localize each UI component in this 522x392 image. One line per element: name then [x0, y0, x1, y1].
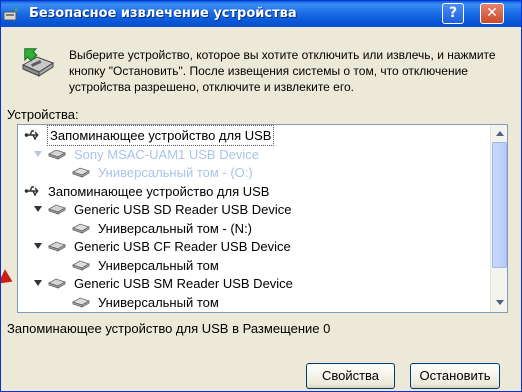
device-tree-item-label: Универсальный том	[98, 294, 219, 310]
expander-arrow-icon[interactable]	[34, 243, 42, 249]
drive-icon	[48, 204, 66, 215]
device-tree-item-label: Generic USB SM Reader USB Device	[74, 276, 293, 291]
volume-icon	[72, 297, 90, 308]
red-pointer-arrow-icon	[1, 269, 16, 289]
usb-icon	[24, 130, 39, 140]
device-tree-item[interactable]: Универсальный том	[18, 293, 488, 312]
drive-icon	[48, 278, 66, 289]
device-tree-item[interactable]: Generic USB CF Reader USB Device	[18, 237, 488, 256]
volume-icon	[72, 167, 90, 178]
drive-icon	[48, 149, 66, 160]
device-tree-item[interactable]: Запоминающее устройство для USB	[18, 182, 488, 201]
device-tree-item-label: Универсальный том - (N:)	[98, 220, 253, 236]
device-tree-item-label: Sony MSAC-UAM1 USB Device	[74, 146, 259, 162]
devices-label: Устройства:	[7, 107, 79, 122]
safely-remove-icon	[3, 7, 18, 21]
expander-arrow-icon[interactable]	[34, 206, 42, 212]
scroll-down-arrow-icon[interactable]	[492, 295, 507, 311]
device-tree-item-label: Универсальный том - (O:)	[98, 165, 253, 180]
drive-icon	[48, 241, 66, 252]
scroll-thumb[interactable]	[492, 142, 507, 268]
device-tree-item[interactable]: Generic USB SM Reader USB Device	[18, 274, 488, 293]
properties-button[interactable]: Свойства	[306, 363, 395, 389]
status-text: Запоминающее устройство для USB в Размещ…	[7, 321, 331, 336]
expander-arrow-icon[interactable]	[34, 280, 42, 286]
device-tree-item-label: Универсальный том	[98, 257, 219, 273]
device-tree-item-label: Generic USB CF Reader USB Device	[74, 239, 291, 254]
device-tree-item[interactable]: Универсальный том - (N:)	[18, 219, 488, 238]
device-tree-item[interactable]: Универсальный том - (O:)	[18, 163, 488, 182]
instructions-text: Выберите устройство, которое вы хотите о…	[69, 48, 496, 94]
device-tree-item[interactable]: Sony MSAC-UAM1 USB Device	[18, 145, 488, 164]
volume-icon	[72, 223, 90, 234]
volume-icon	[72, 260, 90, 271]
title-bar[interactable]: Безопасное извлечение устройства ? ✕	[1, 1, 521, 27]
expander-arrow-icon[interactable]	[34, 150, 42, 157]
scroll-up-arrow-icon[interactable]	[492, 126, 507, 142]
close-button[interactable]: ✕	[480, 3, 504, 24]
hardware-remove-icon	[21, 48, 55, 77]
device-tree-item[interactable]: Generic USB SD Reader USB Device	[18, 200, 488, 219]
device-tree[interactable]: Запоминающее устройство для USB Sony MSAC…	[17, 124, 508, 313]
safely-remove-dialog: Безопасное извлечение устройства ? ✕ Выб…	[0, 0, 522, 392]
device-tree-item-label: Запоминающее устройство для USB	[46, 125, 275, 146]
device-tree-item[interactable]: Запоминающее устройство для USB	[18, 125, 488, 146]
help-button[interactable]: ?	[442, 3, 464, 24]
device-tree-item-label: Generic USB SD Reader USB Device	[74, 202, 292, 217]
device-tree-item[interactable]: Универсальный том	[18, 256, 488, 275]
stop-button[interactable]: Остановить	[410, 363, 500, 389]
vertical-scrollbar[interactable]	[490, 125, 507, 312]
window-title: Безопасное извлечение устройства	[29, 6, 297, 21]
device-tree-item-label: Запоминающее устройство для USB	[48, 183, 270, 199]
usb-icon	[24, 185, 39, 196]
